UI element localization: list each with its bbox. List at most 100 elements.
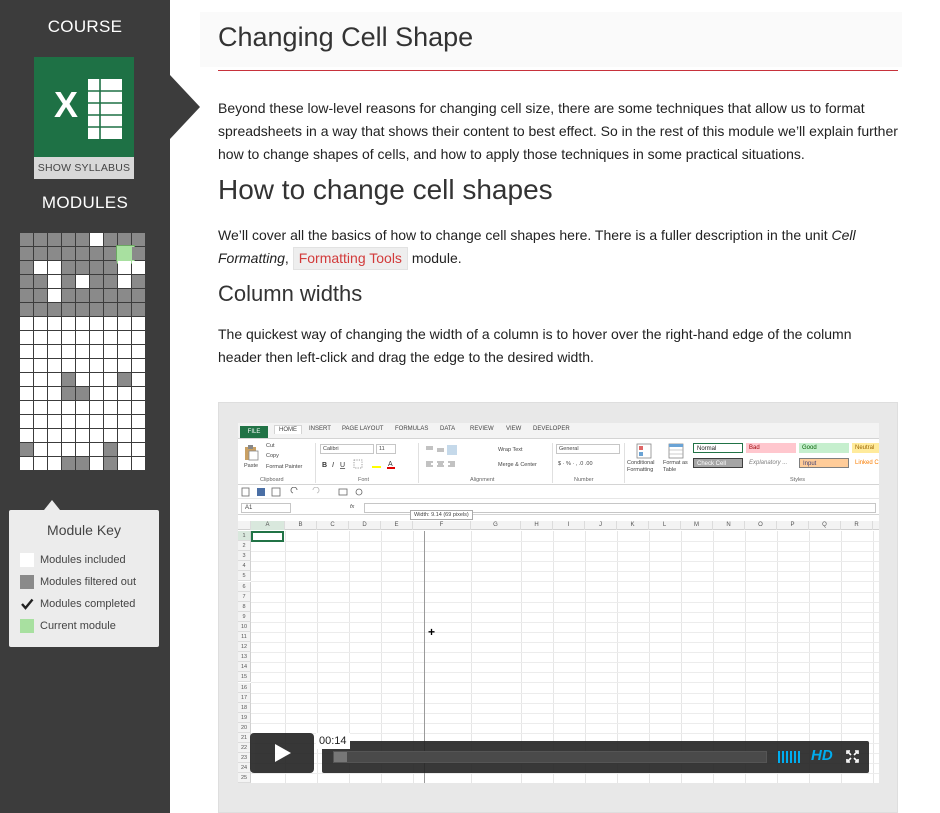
column-header[interactable]: G — [471, 521, 521, 530]
module-cell[interactable] — [76, 387, 89, 400]
module-cell[interactable] — [90, 261, 103, 274]
module-cell[interactable] — [62, 303, 75, 316]
module-cell[interactable] — [76, 373, 89, 386]
module-cell[interactable] — [34, 373, 47, 386]
excel-course-logo[interactable]: X — [34, 57, 134, 157]
row-header[interactable]: 13 — [238, 652, 251, 663]
module-cell[interactable] — [48, 443, 61, 456]
module-cell[interactable] — [20, 415, 33, 428]
module-cell[interactable] — [104, 373, 117, 386]
module-cell[interactable] — [76, 331, 89, 344]
module-cell[interactable] — [20, 317, 33, 330]
module-cell[interactable] — [132, 457, 145, 470]
module-cell[interactable] — [118, 331, 131, 344]
column-header[interactable]: L — [649, 521, 681, 530]
module-cell[interactable] — [90, 289, 103, 302]
module-cell[interactable] — [48, 345, 61, 358]
module-cell[interactable] — [48, 415, 61, 428]
module-cell[interactable] — [48, 429, 61, 442]
column-header[interactable]: I — [553, 521, 585, 530]
module-cell[interactable] — [20, 443, 33, 456]
module-cell[interactable] — [76, 247, 89, 260]
module-cell[interactable] — [48, 303, 61, 316]
module-cell[interactable] — [34, 457, 47, 470]
module-cell[interactable] — [62, 331, 75, 344]
module-cell[interactable] — [48, 373, 61, 386]
module-cell[interactable] — [76, 345, 89, 358]
module-cell[interactable] — [20, 331, 33, 344]
module-cell[interactable] — [104, 303, 117, 316]
module-cell[interactable] — [118, 317, 131, 330]
module-cell[interactable] — [34, 429, 47, 442]
module-cell[interactable] — [118, 457, 131, 470]
row-header[interactable]: 2 — [238, 541, 251, 552]
module-cell[interactable] — [104, 261, 117, 274]
module-cell[interactable] — [76, 401, 89, 414]
module-cell[interactable] — [104, 415, 117, 428]
module-cell[interactable] — [132, 317, 145, 330]
module-cell[interactable] — [34, 275, 47, 288]
module-cell[interactable] — [48, 317, 61, 330]
column-header[interactable]: N — [713, 521, 745, 530]
module-cell[interactable] — [34, 247, 47, 260]
module-cell[interactable] — [104, 429, 117, 442]
show-syllabus-button[interactable]: SHOW SYLLABUS — [34, 157, 134, 179]
module-cell[interactable] — [118, 443, 131, 456]
column-header[interactable]: B — [285, 521, 317, 530]
column-header[interactable]: K — [617, 521, 649, 530]
module-cell[interactable] — [48, 401, 61, 414]
module-cell[interactable] — [132, 387, 145, 400]
row-header[interactable]: 5 — [238, 571, 251, 582]
module-cell[interactable] — [104, 317, 117, 330]
module-cell[interactable] — [90, 443, 103, 456]
row-header[interactable]: 12 — [238, 642, 251, 653]
module-cell[interactable] — [62, 275, 75, 288]
module-cell[interactable] — [104, 401, 117, 414]
module-cell[interactable] — [62, 359, 75, 372]
module-cell[interactable] — [62, 401, 75, 414]
module-cell[interactable] — [76, 415, 89, 428]
module-cell[interactable] — [48, 233, 61, 246]
module-cell[interactable] — [132, 373, 145, 386]
module-cell[interactable] — [90, 331, 103, 344]
module-cell[interactable] — [118, 373, 131, 386]
row-header[interactable]: 16 — [238, 682, 251, 693]
module-cell[interactable] — [62, 415, 75, 428]
module-cell[interactable] — [76, 289, 89, 302]
module-cell[interactable] — [20, 457, 33, 470]
column-header[interactable]: J — [585, 521, 617, 530]
module-cell[interactable] — [34, 303, 47, 316]
row-header[interactable]: 10 — [238, 621, 251, 632]
module-cell[interactable] — [20, 429, 33, 442]
module-cell[interactable] — [20, 345, 33, 358]
module-cell[interactable] — [20, 303, 33, 316]
module-cell[interactable] — [62, 233, 75, 246]
module-cell[interactable] — [62, 373, 75, 386]
row-header[interactable]: 15 — [238, 672, 251, 683]
module-cell[interactable] — [104, 387, 117, 400]
module-cell[interactable] — [90, 247, 103, 260]
row-header[interactable]: 8 — [238, 601, 251, 612]
module-cell[interactable] — [34, 359, 47, 372]
module-cell[interactable] — [118, 359, 131, 372]
module-cell[interactable] — [62, 345, 75, 358]
module-cell[interactable] — [76, 233, 89, 246]
module-cell[interactable] — [76, 457, 89, 470]
module-cell[interactable] — [132, 401, 145, 414]
column-header[interactable]: R — [841, 521, 873, 530]
module-cell[interactable] — [118, 289, 131, 302]
column-header[interactable]: M — [681, 521, 713, 530]
module-cell[interactable] — [34, 387, 47, 400]
play-button[interactable] — [250, 733, 314, 773]
module-cell[interactable] — [20, 275, 33, 288]
module-cell[interactable] — [48, 457, 61, 470]
row-header[interactable]: 20 — [238, 722, 251, 733]
module-cell[interactable] — [132, 247, 145, 260]
column-header[interactable]: O — [745, 521, 777, 530]
module-cell[interactable] — [48, 359, 61, 372]
module-cell[interactable] — [132, 261, 145, 274]
row-header[interactable]: 14 — [238, 662, 251, 673]
module-cell[interactable] — [76, 303, 89, 316]
column-header[interactable]: P — [777, 521, 809, 530]
module-cell[interactable] — [118, 261, 131, 274]
